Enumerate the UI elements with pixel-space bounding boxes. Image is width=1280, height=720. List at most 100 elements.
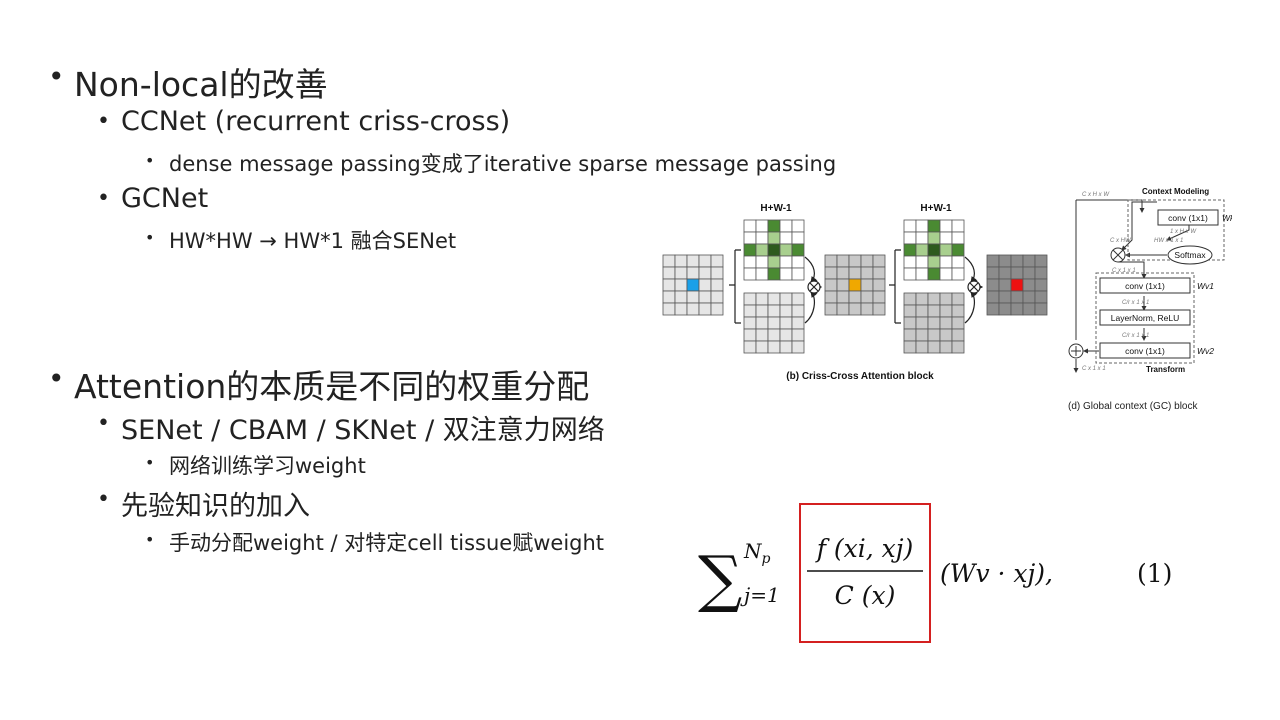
grid-cell: [686, 302, 700, 316]
grid-cell: [939, 340, 953, 354]
grid-cell: [779, 219, 793, 233]
transform-title: Transform: [1146, 365, 1185, 374]
grid-cell: [915, 292, 929, 306]
grid-cell: [903, 255, 917, 269]
grid-cell: [1022, 290, 1036, 304]
grid-cell: [755, 292, 769, 306]
bullet-dot: •: [97, 109, 110, 134]
highlight-box: [799, 503, 931, 643]
grid-cell: [836, 278, 850, 292]
grid-cell: [791, 316, 805, 330]
formula-numerator: f (xi, xj): [815, 534, 914, 563]
grid-cell: [903, 304, 917, 318]
sum-upper-sub: p: [762, 551, 771, 567]
grid-cell: [743, 255, 757, 269]
grid-cell: [662, 278, 676, 292]
bullet-attention: • Attention的本质是不同的权重分配: [48, 360, 589, 408]
grid-cell: [927, 243, 941, 257]
grid-cell: [927, 292, 941, 306]
grid-cell: [791, 340, 805, 354]
grid-cell: [686, 290, 700, 304]
grid-cell: [848, 302, 862, 316]
prior-detail-text: 手动分配weight / 对特定cell tissue赋weight: [169, 531, 605, 555]
grid-cell: [779, 243, 793, 257]
gcnet-detail-text: HW*HW → HW*1 融合SENet: [169, 229, 457, 253]
grid-cell: [986, 266, 1000, 280]
grid-cell: [755, 219, 769, 233]
grid-cell: [674, 290, 688, 304]
grid-cell: [1010, 278, 1024, 292]
grid-cell: [686, 266, 700, 280]
grid-cell: [755, 316, 769, 330]
bullet-ccnet: • CCNet (recurrent criss-cross): [97, 106, 510, 137]
grid-cell: [986, 290, 1000, 304]
grid-cell: [662, 254, 676, 268]
nonlocal-heading: Non-local的改善: [74, 65, 328, 104]
grid-cell: [836, 254, 850, 268]
bullet-dot: •: [145, 151, 155, 170]
bullet-ccnet-detail: • dense message passing变成了iterative spar…: [145, 148, 836, 178]
grid-cell: [755, 231, 769, 245]
equation-number: (1): [1137, 559, 1172, 588]
context-modeling-title: Context Modeling: [1142, 187, 1209, 196]
grid-cell: [710, 266, 724, 280]
grid-cell: [915, 243, 929, 257]
grid-cell: [767, 316, 781, 330]
layernorm-label: LayerNorm, ReLU: [1111, 313, 1180, 323]
grid-cell: [791, 219, 805, 233]
grid-cell: [767, 255, 781, 269]
grid-cell: [915, 219, 929, 233]
intermediate-feature-grid: [824, 254, 886, 316]
grid-cell: [698, 254, 712, 268]
grid-cell: [998, 254, 1012, 268]
grid-cell: [1010, 254, 1024, 268]
bullet-dot: •: [48, 60, 65, 93]
grid-cell: [986, 278, 1000, 292]
grid-cell: [1034, 266, 1048, 280]
grid-cell: [755, 267, 769, 281]
conv-v2-label: conv (1x1): [1125, 346, 1165, 356]
bullet-dot: •: [48, 362, 65, 395]
grid-cell: [927, 267, 941, 281]
bullet-dot: •: [145, 228, 155, 247]
grid-cell: [791, 243, 805, 257]
grid-cell: [860, 302, 874, 316]
grid-cell: [755, 255, 769, 269]
grid-cell: [939, 292, 953, 306]
grid-cell: [755, 328, 769, 342]
grid-cell: [951, 243, 965, 257]
gc-block-diagram: conv (1x1) Wk Softmax conv (1x1) Wv1 Lay…: [1068, 187, 1235, 412]
grid-cell: [998, 278, 1012, 292]
grid-cell: [836, 266, 850, 280]
attention-map-grid-2: [903, 219, 965, 281]
grid-cell: [1022, 254, 1036, 268]
grid-cell: [986, 302, 1000, 316]
dims-top: C x H x W: [1082, 192, 1110, 198]
bullet-dot: •: [145, 453, 155, 472]
grid-cell: [939, 304, 953, 318]
grid-cell: [998, 266, 1012, 280]
grid-cell: [848, 278, 862, 292]
grid-cell: [848, 266, 862, 280]
grid-cell: [779, 328, 793, 342]
grid-cell: [1010, 302, 1024, 316]
grid-cell: [743, 340, 757, 354]
criss-cross-caption: (b) Criss-Cross Attention block: [786, 371, 934, 382]
sum-lower: j=1: [740, 583, 780, 607]
grid-cell: [915, 267, 929, 281]
grid-cell: [836, 302, 850, 316]
grid-cell: [939, 316, 953, 330]
grid-cell: [1022, 278, 1036, 292]
grid-cell: [779, 267, 793, 281]
bullet-nonlocal: • Non-local的改善: [48, 58, 328, 106]
bullet-dot: •: [97, 186, 110, 211]
grid-cell: [903, 316, 917, 330]
grid-cell: [927, 304, 941, 318]
bullet-attention-detail: • 网络训练学习weight: [145, 450, 366, 480]
grid-cell: [710, 302, 724, 316]
grid-cell: [755, 340, 769, 354]
grid-cell: [674, 266, 688, 280]
grid-cell: [860, 290, 874, 304]
grid-cell: [767, 231, 781, 245]
value-grid-2: [903, 292, 965, 354]
